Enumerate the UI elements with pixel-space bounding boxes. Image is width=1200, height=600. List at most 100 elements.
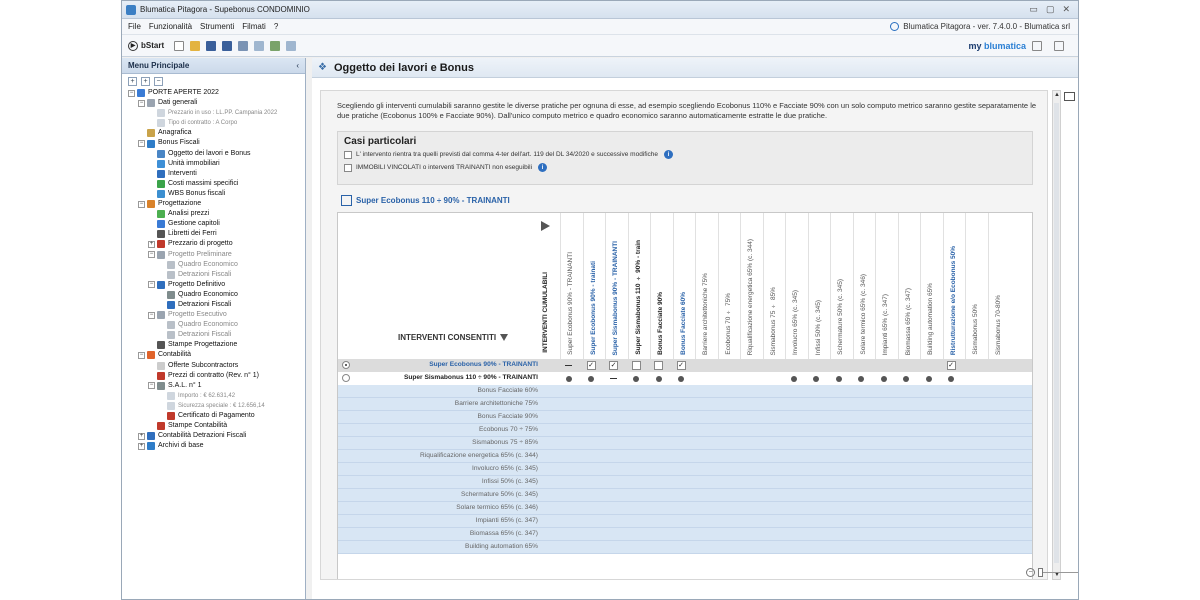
tree-item[interactable]: Detrazioni Fiscali — [128, 270, 305, 280]
tree-item[interactable]: − Progetto Preliminare — [128, 250, 305, 260]
tree-item[interactable]: Analisi prezzi — [128, 209, 305, 219]
tree-item[interactable]: Detrazioni Fiscali — [128, 300, 305, 310]
open-folder-icon[interactable] — [190, 40, 201, 51]
tree-item[interactable]: Unità immobiliari — [128, 159, 305, 169]
expand-icon[interactable]: + — [148, 240, 155, 248]
tree-item[interactable]: WBS Bonus fiscali — [128, 189, 305, 199]
collapse-icon[interactable]: − — [138, 140, 145, 148]
save-all-icon[interactable] — [222, 40, 233, 51]
casi-option-1[interactable]: L' intervento rientra tra quelli previst… — [344, 150, 1026, 159]
myblumatica-logo[interactable]: my blumatica — [968, 41, 1026, 51]
collapse-icon[interactable]: − — [128, 89, 135, 97]
tree-item[interactable]: − S.A.L. n° 1 — [128, 381, 305, 391]
info-icon[interactable]: i — [538, 163, 548, 172]
matrix-row[interactable]: Bonus Facciate 60% — [338, 385, 1032, 398]
collapse-icon[interactable]: − — [138, 99, 145, 107]
zoom-slider[interactable] — [1038, 568, 1078, 577]
zoom-knob[interactable] — [1038, 568, 1043, 577]
tree-item[interactable]: − Progetto Esecutivo — [128, 310, 305, 320]
bstart-button[interactable]: ▶ bStart — [128, 40, 164, 51]
casi-option-2-checkbox[interactable] — [344, 163, 352, 172]
matrix-row[interactable]: Infissi 50% (c. 345) — [338, 476, 1032, 489]
scroll-thumb[interactable] — [1054, 103, 1059, 563]
matrix-row[interactable]: Barriere architettoniche 75% — [338, 398, 1032, 411]
minimize-button[interactable]: ▭ — [1029, 4, 1038, 15]
new-document-icon[interactable] — [174, 40, 185, 51]
collapse-icon[interactable]: − — [148, 281, 155, 289]
empty-checkbox[interactable] — [654, 361, 663, 370]
home-icon[interactable] — [270, 40, 281, 51]
print-icon[interactable] — [238, 40, 249, 51]
tree-item[interactable]: − Contabilità — [128, 350, 305, 360]
menu-filmati[interactable]: Filmati — [242, 22, 266, 31]
save-icon[interactable] — [206, 40, 217, 51]
tree-item[interactable]: Detrazioni Fiscali — [128, 330, 305, 340]
matrix-row[interactable]: Building automation 65% — [338, 541, 1032, 554]
collapse-icon[interactable]: − — [148, 251, 155, 259]
tree-item[interactable]: Gestione capitoli — [128, 219, 305, 229]
matrix-row[interactable]: Bonus Facciate 90% — [338, 411, 1032, 424]
casi-option-2[interactable]: IMMOBILI VINCOLATI o interventi TRAINANT… — [344, 163, 1026, 172]
forward-icon[interactable] — [286, 40, 297, 51]
calculator-icon[interactable] — [1054, 40, 1064, 51]
scroll-up-icon[interactable]: ▲ — [1054, 92, 1060, 98]
matrix-row[interactable]: Super Ecobonus 90% - TRAINANTI ✓ ✓ ✓ ✓ — [338, 359, 1032, 372]
collapse-sidebar-icon[interactable]: ‹ — [296, 61, 299, 70]
tree-item[interactable]: Interventi — [128, 169, 305, 179]
panel-toggle-icon[interactable] — [1064, 92, 1075, 101]
tree-item[interactable]: Quadro Economico — [128, 290, 305, 300]
tree-item[interactable]: Prezzario in uso : LL.PP. Campania 2022 — [128, 108, 305, 118]
tree-item[interactable]: Costi massimi specifici — [128, 179, 305, 189]
menu-strumenti[interactable]: Strumenti — [200, 22, 234, 31]
menu-help[interactable]: ? — [274, 22, 278, 31]
tree-item[interactable]: Offerte Subcontractors — [128, 361, 305, 371]
matrix-row[interactable]: Super Sismabonus 110 ÷ 90% - TRAINANTI — [338, 372, 1032, 385]
tree-item[interactable]: + Archivi di base — [128, 441, 305, 451]
collapse-icon[interactable]: − — [138, 200, 145, 208]
expand-all-icon[interactable]: + — [128, 76, 137, 86]
matrix-row[interactable]: Ecobonus 70 ÷ 75% — [338, 424, 1032, 437]
expand-icon[interactable]: + — [138, 442, 145, 450]
matrix-row[interactable]: Schermature 50% (c. 345) — [338, 489, 1032, 502]
maximize-button[interactable]: ▢ — [1046, 4, 1055, 15]
menu-funzionalita[interactable]: Funzionalità — [149, 22, 192, 31]
settings-icon[interactable] — [1032, 40, 1042, 51]
tree-item[interactable]: Prezzi di contratto (Rev. n° 1) — [128, 371, 305, 381]
checked-checkbox[interactable]: ✓ — [946, 361, 956, 370]
row-radio-button[interactable] — [342, 374, 350, 382]
tree-item[interactable]: + Contabilità Detrazioni Fiscali — [128, 431, 305, 441]
collapse-icon[interactable]: − — [148, 311, 155, 319]
tree-item[interactable]: Importo : € 62.631,42 — [128, 391, 305, 401]
vertical-scrollbar[interactable]: ▲ ▼ — [1052, 90, 1061, 580]
tree-item[interactable]: Tipo di contratto : A Corpo — [128, 118, 305, 128]
matrix-row[interactable]: Involucro 65% (c. 345) — [338, 463, 1032, 476]
matrix-row[interactable]: Solare termico 65% (c. 346) — [338, 502, 1032, 515]
zoom-out-button[interactable]: − — [1026, 568, 1035, 577]
tree-item[interactable]: − Progetto Definitivo — [128, 280, 305, 290]
tree-item[interactable]: Oggetto dei lavori e Bonus — [128, 149, 305, 159]
checked-checkbox[interactable]: ✓ — [609, 361, 618, 370]
collapse-all-icon[interactable]: − — [154, 76, 163, 86]
tree-item[interactable]: Anagrafica — [128, 128, 305, 138]
tree-item[interactable]: Stampe Contabilità — [128, 421, 305, 431]
empty-checkbox[interactable] — [631, 361, 641, 370]
add-icon[interactable]: + — [141, 76, 150, 86]
tree-item[interactable]: − PORTE APERTE 2022 — [128, 88, 305, 98]
checked-checkbox[interactable]: ✓ — [586, 361, 596, 370]
tree-item[interactable]: Quadro Economico — [128, 260, 305, 270]
collapse-icon[interactable]: − — [138, 351, 145, 359]
tree-item[interactable]: − Dati generali — [128, 98, 305, 108]
menu-file[interactable]: File — [128, 22, 141, 31]
back-icon[interactable] — [254, 40, 265, 51]
expand-icon[interactable]: + — [138, 432, 145, 440]
tree-item[interactable]: − Progettazione — [128, 199, 305, 209]
checked-checkbox[interactable]: ✓ — [676, 361, 686, 370]
tree-item[interactable]: Certificato di Pagamento — [128, 411, 305, 421]
tree-item[interactable]: Libretti dei Ferri — [128, 229, 305, 239]
matrix-row[interactable]: Sismabonus 75 ÷ 85% — [338, 437, 1032, 450]
info-icon[interactable]: i — [664, 150, 673, 159]
collapse-icon[interactable]: − — [148, 382, 155, 390]
matrix-row[interactable]: Biomassa 65% (c. 347) — [338, 528, 1032, 541]
tree-item[interactable]: Quadro Economico — [128, 320, 305, 330]
casi-option-1-checkbox[interactable] — [344, 150, 352, 159]
